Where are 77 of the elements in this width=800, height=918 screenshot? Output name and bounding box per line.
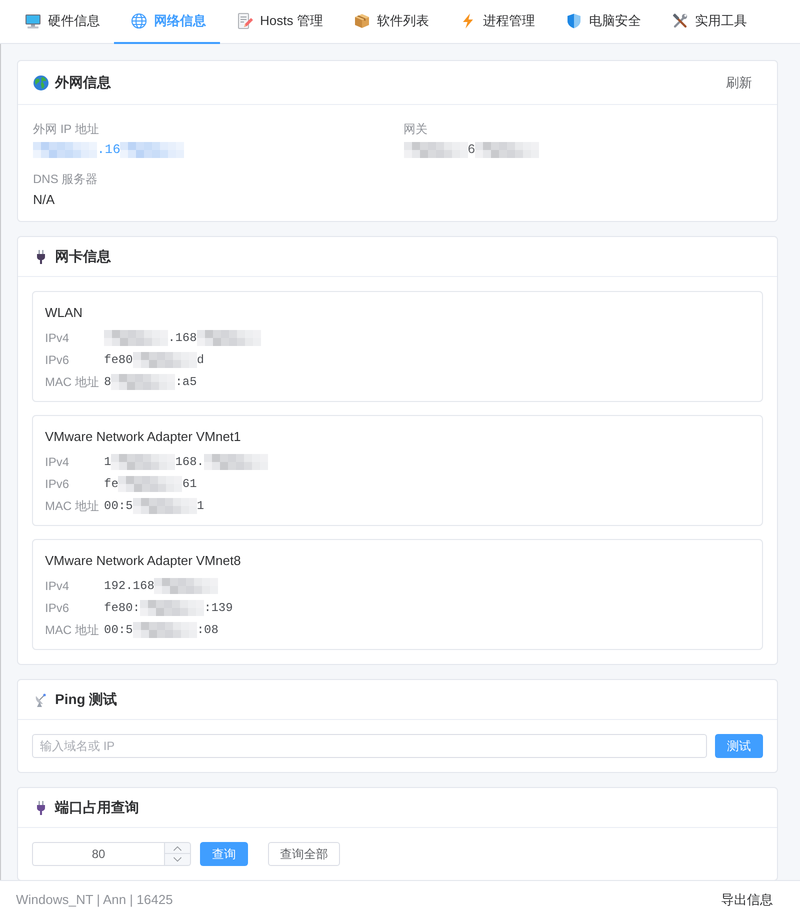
globe-icon [33, 74, 49, 90]
address-value: d [196, 352, 204, 369]
pixelation-drawing [204, 454, 268, 470]
pixelation-drawing [132, 622, 197, 638]
system-info: Windows_NT | Ann | 16425 [16, 890, 173, 909]
address-value: fe80: [104, 600, 140, 617]
field-label: DNS 服务器 [33, 171, 99, 188]
row-label: IPv4 [45, 454, 70, 471]
card-title: 外网信息 [55, 73, 111, 92]
increment-button[interactable] [164, 842, 191, 854]
tab[interactable]: 软件列表 [336, 0, 443, 44]
field-value: .16 [97, 141, 120, 159]
field-label: 外网 IP 地址 [33, 121, 100, 138]
row-label: IPv4 [45, 330, 70, 347]
globe-icon [131, 13, 147, 29]
address-value: 8 [104, 374, 112, 391]
pixelation-drawing [104, 330, 168, 346]
field-value: N/A [33, 191, 55, 209]
address-value: .168 [168, 330, 197, 347]
pixelation-drawing [140, 600, 204, 616]
pixelation-drawing [404, 142, 468, 158]
row-label: IPv6 [45, 476, 70, 493]
address-value: 192.168 [104, 578, 154, 595]
chevron-up-icon [173, 846, 182, 850]
pixelation-drawing [132, 498, 197, 514]
row-label: MAC 地址 [45, 498, 100, 515]
decrement-button[interactable] [164, 854, 191, 866]
tools-icon [672, 13, 688, 29]
shield-icon [566, 13, 582, 29]
address-value: :139 [204, 600, 233, 617]
address-value: fe80 [104, 352, 133, 369]
address-value: 168. [175, 454, 204, 471]
pixelation-drawing [111, 454, 176, 470]
pixelation-drawing [120, 142, 184, 158]
field-value: 6 [468, 141, 476, 159]
address-value: :a5 [175, 374, 197, 391]
address-value: 61 [182, 476, 197, 493]
address-value: 1 [196, 498, 204, 515]
query-all-button[interactable]: 查询全部 [268, 842, 340, 866]
row-label: IPv6 [45, 352, 70, 369]
pixelation-drawing [154, 578, 218, 594]
tab[interactable]: 硬件信息 [8, 0, 114, 44]
tab[interactable]: 电脑安全 [548, 0, 655, 44]
row-label: MAC 地址 [45, 622, 100, 639]
adapter-name: VMware Network Adapter VMnet1 [45, 428, 242, 446]
address-value: 1 [104, 454, 112, 471]
pixelation-drawing [475, 142, 540, 158]
address-value: :08 [196, 622, 218, 639]
pixelation-drawing [33, 142, 97, 158]
chevron-down-icon [173, 857, 182, 862]
export-button[interactable]: 导出信息 [710, 886, 784, 914]
tab[interactable]: 实用工具 [654, 0, 761, 44]
field-label: 网关 [404, 121, 428, 138]
monitor-icon [25, 13, 41, 29]
port-input[interactable]: 80 [32, 842, 164, 866]
card-title: 端口占用查询 [55, 798, 139, 817]
satellite-dish-icon [33, 692, 49, 708]
tab[interactable]: Hosts 管理 [220, 0, 337, 44]
address-value: 00:5 [104, 498, 133, 515]
card-title: 网卡信息 [55, 247, 111, 266]
pixelation-drawing [118, 476, 182, 492]
tab[interactable]: 进程管理 [442, 0, 549, 44]
row-label: MAC 地址 [45, 374, 100, 391]
pixelation-drawing [111, 374, 176, 390]
adapter-name: VMware Network Adapter VMnet8 [45, 552, 242, 570]
document-pencil-icon [237, 13, 253, 29]
row-label: IPv6 [45, 600, 70, 617]
package-icon [354, 13, 370, 29]
address-value: fe [104, 476, 118, 493]
ping-input[interactable]: 输入域名或 IP [32, 734, 707, 758]
adapter-name: WLAN [45, 304, 84, 322]
pixelation-drawing [196, 330, 261, 346]
pixelation-drawing [132, 352, 197, 368]
address-value: 00:5 [104, 622, 133, 639]
refresh-button[interactable]: 刷新 [716, 68, 762, 96]
row-label: IPv4 [45, 578, 70, 595]
card-title: Ping 测试 [55, 690, 118, 709]
